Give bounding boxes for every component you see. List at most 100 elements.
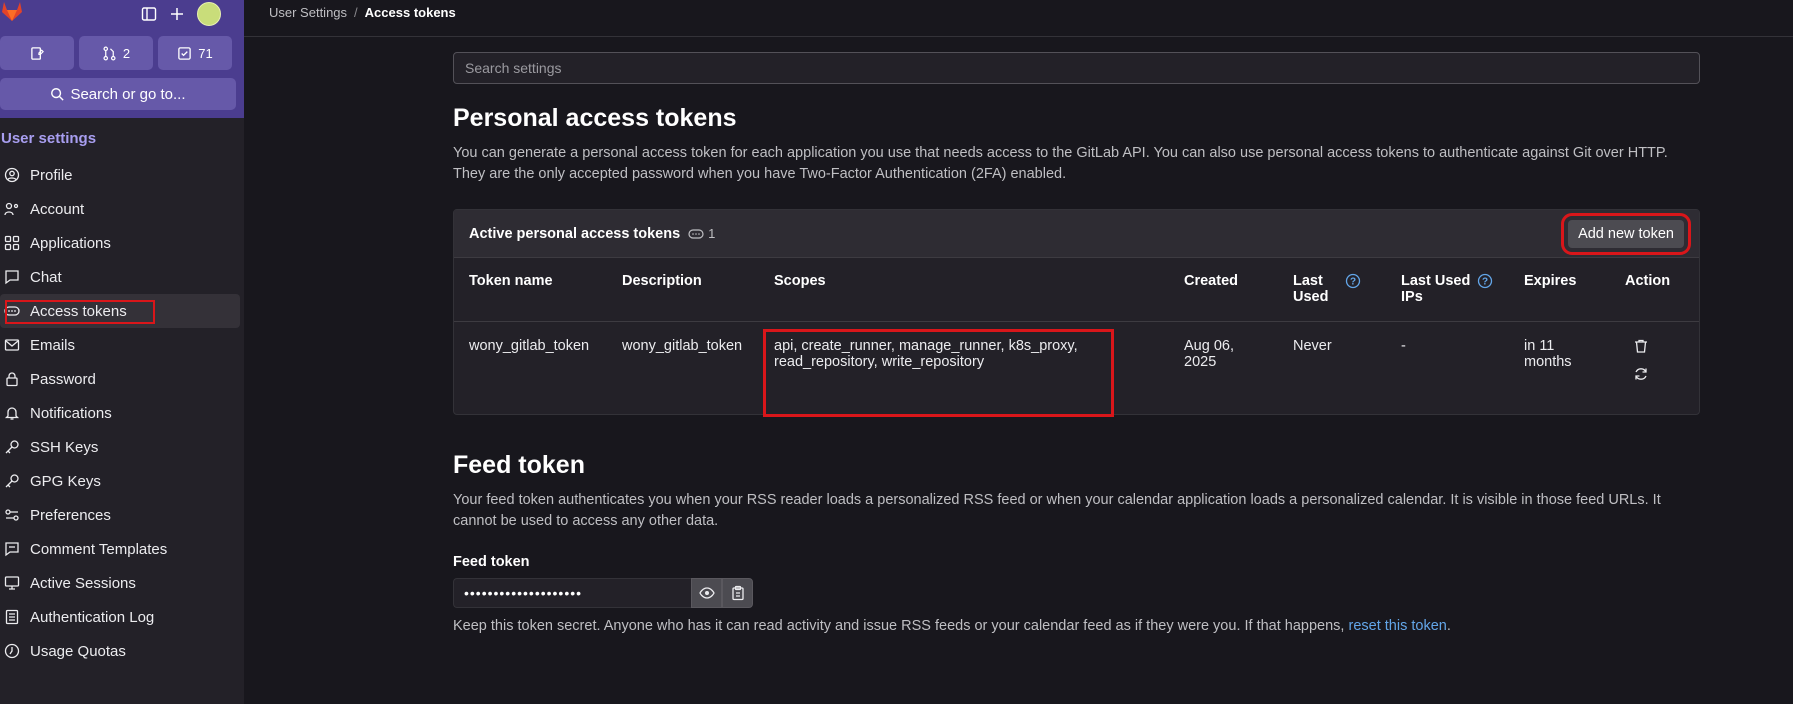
- sidebar-item-label: Account: [30, 200, 85, 218]
- sidebar-section-title: User settings: [1, 130, 97, 147]
- token-created-cell: Aug 06, 2025: [1184, 337, 1234, 370]
- help-icon[interactable]: ?: [1477, 273, 1493, 293]
- sidebar: 2 71 Search or go to... User settings Pr…: [0, 0, 244, 704]
- sidebar-item-label: Emails: [30, 336, 76, 354]
- highlight-access-tokens: [5, 300, 155, 324]
- svg-text:?: ?: [1350, 277, 1356, 288]
- sidebar-search-button[interactable]: Search or go to...: [0, 78, 236, 110]
- feed-token-description: Your feed token authenticates you when y…: [453, 491, 1661, 529]
- copy-token-button[interactable]: [722, 577, 753, 608]
- sidebar-item-usage-quotas[interactable]: Usage Quotas: [0, 634, 240, 668]
- avatar[interactable]: [197, 2, 221, 26]
- sidebar-item-label: GPG Keys: [30, 472, 101, 490]
- sidebar-item-account[interactable]: Account: [0, 192, 240, 226]
- search-settings-input[interactable]: [453, 52, 1700, 84]
- mail-icon: [4, 337, 20, 353]
- column-header[interactable]: Created: [1169, 258, 1278, 322]
- sidebar-item-password[interactable]: Password: [0, 362, 240, 396]
- token-last-used-ips-cell: -: [1401, 337, 1406, 354]
- header-divider: [244, 36, 1793, 37]
- account-icon: [4, 201, 20, 217]
- breadcrumb: User Settings / Access tokens: [269, 5, 456, 20]
- column-header[interactable]: Scopes: [759, 258, 1169, 322]
- bell-icon: [4, 405, 20, 421]
- issues-icon: [30, 46, 45, 61]
- reveal-token-button[interactable]: [691, 577, 722, 608]
- breadcrumb-parent-link[interactable]: User Settings: [269, 5, 347, 20]
- comment-icon: [4, 541, 20, 557]
- page-title: Personal access tokens: [453, 104, 737, 132]
- column-header-last-used[interactable]: Last Used?: [1278, 258, 1386, 322]
- issues-button[interactable]: [0, 36, 74, 70]
- sidebar-item-applications[interactable]: Applications: [0, 226, 240, 260]
- column-header[interactable]: Token name: [454, 258, 607, 322]
- column-header[interactable]: Description: [607, 258, 759, 322]
- sidebar-item-label: Notifications: [30, 404, 112, 422]
- sidebar-item-comment-templates[interactable]: Comment Templates: [0, 532, 240, 566]
- card-header: Active personal access tokens 1 Add new …: [454, 210, 1699, 258]
- reset-token-link[interactable]: reset this token: [1349, 618, 1447, 634]
- sidebar-item-label: Password: [30, 370, 96, 388]
- tokens-table: Token name Description Scopes Created La…: [454, 258, 1699, 417]
- token-last-used-cell: Never: [1293, 337, 1332, 354]
- sidebar-item-label: Profile: [30, 166, 73, 184]
- sidebar-counter-row: 2 71: [0, 36, 232, 70]
- feed-token-label: Feed token: [453, 553, 530, 570]
- sidebar-item-profile[interactable]: Profile: [0, 158, 240, 192]
- sidebar-item-active-sessions[interactable]: Active Sessions: [0, 566, 240, 600]
- sidebar-item-preferences[interactable]: Preferences: [0, 498, 240, 532]
- token-count: 1: [708, 226, 716, 241]
- sidebar-toggle-icon[interactable]: [141, 6, 157, 22]
- todo-icon: [177, 46, 192, 61]
- trash-icon[interactable]: [1633, 338, 1649, 354]
- help-icon[interactable]: ?: [1345, 273, 1361, 293]
- sidebar-item-label: Preferences: [30, 506, 111, 524]
- search-icon: [50, 87, 65, 101]
- token-scopes-highlight: api, create_runner, manage_runner, k8s_p…: [763, 328, 1114, 417]
- lock-icon: [4, 371, 20, 387]
- app-root: 2 71 Search or go to... User settings Pr…: [0, 0, 1793, 704]
- gitlab-logo-icon[interactable]: [0, 0, 24, 24]
- token-icon: [688, 228, 704, 240]
- chat-icon: [4, 269, 20, 285]
- active-tokens-card: Active personal access tokens 1 Add new …: [453, 209, 1700, 417]
- sidebar-top-actions: [141, 2, 221, 26]
- feed-token-field[interactable]: ••••••••••••••••••••: [453, 577, 691, 608]
- key-icon: [4, 473, 20, 489]
- svg-text:?: ?: [1482, 277, 1488, 288]
- sidebar-item-emails[interactable]: Emails: [0, 328, 240, 362]
- log-icon: [4, 609, 20, 625]
- sidebar-item-ssh-keys[interactable]: SSH Keys: [0, 430, 240, 464]
- sidebar-item-label: Active Sessions: [30, 574, 136, 592]
- merge-requests-button[interactable]: 2: [79, 36, 153, 70]
- plus-icon[interactable]: [169, 6, 185, 22]
- sidebar-item-label: Comment Templates: [30, 540, 168, 558]
- quota-icon: [4, 643, 20, 659]
- column-header-last-used-ips[interactable]: Last Used IPs?: [1386, 258, 1509, 322]
- token-scopes-cell: api, create_runner, manage_runner, k8s_p…: [759, 321, 1169, 417]
- sidebar-item-chat[interactable]: Chat: [0, 260, 240, 294]
- token-actions: [1625, 338, 1684, 382]
- column-header: Action: [1610, 258, 1699, 322]
- merge-request-icon: [102, 46, 117, 61]
- card-title-text: Active personal access tokens: [469, 225, 681, 242]
- sidebar-item-authentication-log[interactable]: Authentication Log: [0, 600, 240, 634]
- merge-requests-count: 2: [122, 45, 131, 61]
- sidebar-header: 2 71 Search or go to...: [0, 0, 244, 118]
- preferences-icon: [4, 507, 20, 523]
- todos-button[interactable]: 71: [158, 36, 232, 70]
- pat-description: You can generate a personal access token…: [453, 145, 1668, 182]
- sidebar-item-notifications[interactable]: Notifications: [0, 396, 240, 430]
- eye-icon: [698, 585, 715, 601]
- monitor-icon: [4, 575, 20, 591]
- breadcrumb-current: Access tokens: [364, 5, 456, 20]
- applications-icon: [4, 235, 20, 251]
- add-new-token-button[interactable]: Add new token: [1561, 212, 1691, 255]
- sidebar-item-label: Usage Quotas: [30, 642, 126, 660]
- column-header[interactable]: Expires: [1509, 258, 1610, 322]
- clipboard-icon: [730, 585, 746, 601]
- profile-icon: [4, 167, 20, 183]
- sidebar-item-gpg-keys[interactable]: GPG Keys: [0, 464, 240, 498]
- rotate-icon[interactable]: [1633, 366, 1649, 382]
- token-actions-cell: [1610, 321, 1699, 414]
